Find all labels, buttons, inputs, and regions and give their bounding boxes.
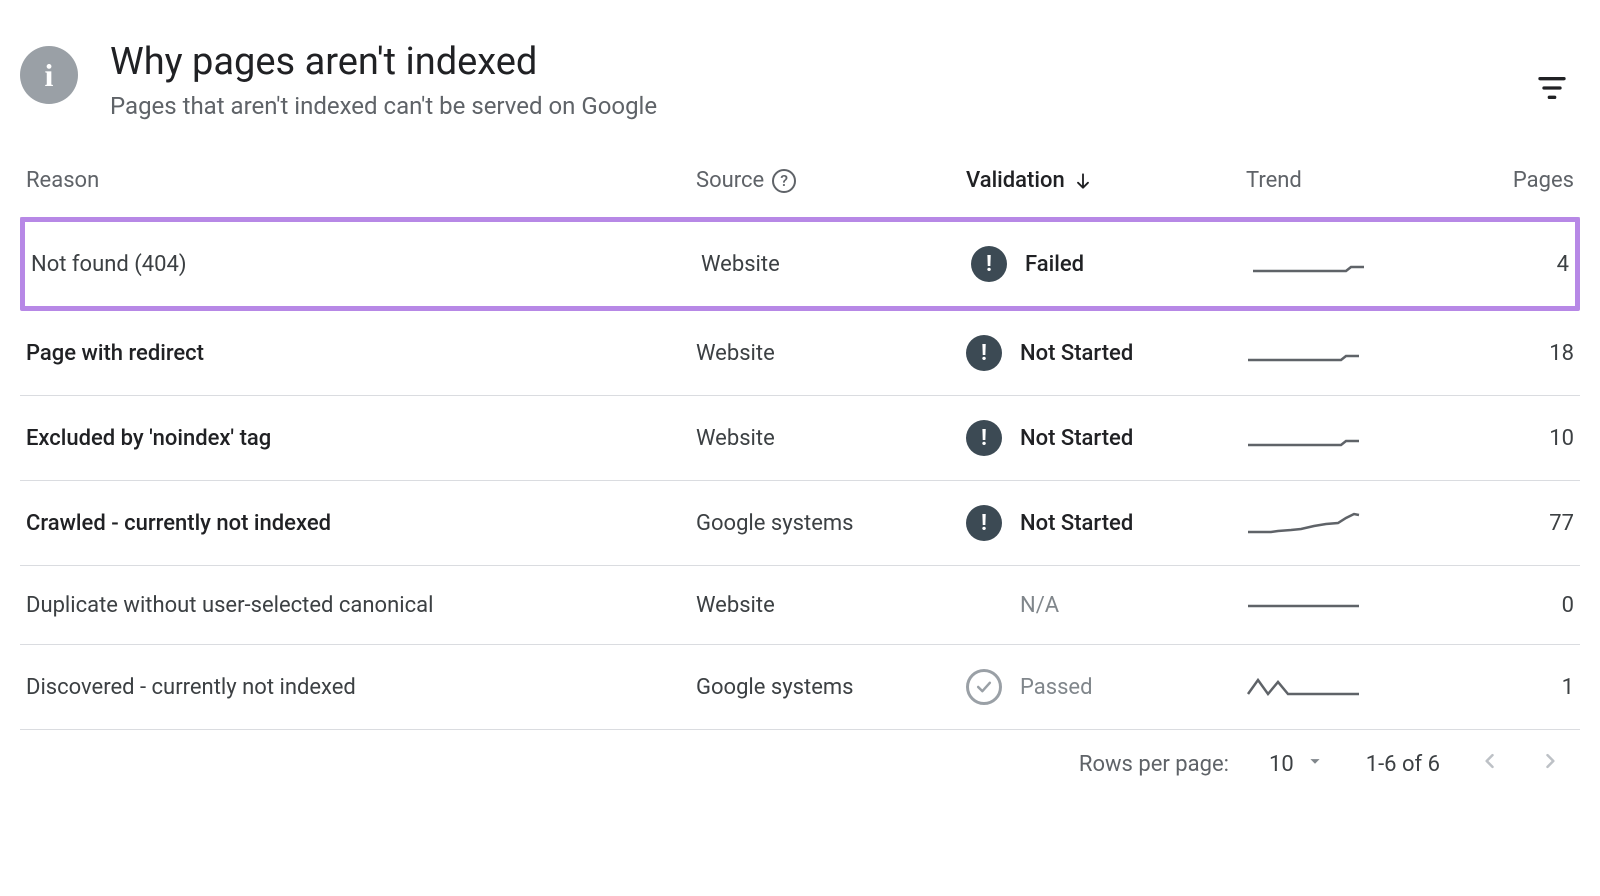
table-header-row: Reason Source ? Validation Trend Pages [20, 168, 1580, 218]
trend-sparkline [1246, 423, 1361, 453]
cell-reason: Page with redirect [26, 341, 696, 366]
help-icon[interactable]: ? [772, 169, 796, 193]
rows-per-page-select[interactable]: 10 [1269, 750, 1326, 778]
column-header-pages-label: Pages [1513, 168, 1574, 193]
filter-button[interactable] [1524, 60, 1580, 120]
table-row[interactable]: Discovered - currently not indexedGoogle… [20, 645, 1580, 730]
cell-source: Website [696, 593, 966, 618]
validation-status-text: Not Started [1020, 341, 1133, 366]
column-header-validation-label: Validation [966, 168, 1065, 193]
validation-status-text: Passed [1020, 675, 1093, 700]
cell-pages: 18 [1426, 341, 1574, 366]
cell-reason: Discovered - currently not indexed [26, 675, 696, 700]
cell-source: Google systems [696, 675, 966, 700]
prev-page-button[interactable] [1480, 751, 1500, 777]
exclamation-icon: ! [966, 335, 1002, 371]
page-title: Why pages aren't indexed [110, 40, 1492, 84]
table-row[interactable]: Crawled - currently not indexedGoogle sy… [20, 481, 1580, 566]
cell-validation: ! Failed [971, 246, 1251, 282]
cell-source: Website [701, 252, 971, 277]
page-container: i Why pages aren't indexed Pages that ar… [0, 0, 1600, 778]
rows-per-page-label: Rows per page: [1079, 752, 1229, 777]
sort-descending-icon [1073, 171, 1093, 191]
cell-source: Website [696, 341, 966, 366]
table-row[interactable]: Excluded by 'noindex' tagWebsite! Not Sta… [20, 396, 1580, 481]
cell-trend [1251, 249, 1431, 279]
cell-pages: 1 [1426, 675, 1574, 700]
column-header-source[interactable]: Source ? [696, 168, 966, 193]
validation-status-text: Failed [1025, 252, 1084, 277]
reasons-table: Reason Source ? Validation Trend Pages N… [20, 168, 1580, 730]
chevron-left-icon [1480, 751, 1500, 771]
trend-sparkline [1246, 590, 1361, 620]
trend-sparkline [1246, 508, 1361, 538]
info-icon: i [20, 46, 78, 104]
cell-reason: Excluded by 'noindex' tag [26, 426, 696, 451]
cell-trend [1246, 423, 1426, 453]
cell-validation: ! Not Started [966, 505, 1246, 541]
cell-pages: 10 [1426, 426, 1574, 451]
cell-trend [1246, 672, 1426, 702]
pagination-controls [1480, 751, 1560, 777]
filter-icon [1536, 72, 1568, 104]
cell-pages: 0 [1426, 593, 1574, 618]
cell-source: Google systems [696, 511, 966, 536]
cell-validation: ! Not Started [966, 335, 1246, 371]
table-row[interactable]: Page with redirectWebsite! Not Started 18 [20, 311, 1580, 396]
trend-sparkline [1251, 249, 1366, 279]
column-header-source-label: Source [696, 168, 764, 193]
next-page-button[interactable] [1540, 751, 1560, 777]
validation-status-text: Not Started [1020, 426, 1133, 451]
rows-per-page-value: 10 [1269, 752, 1294, 777]
page-subtitle: Pages that aren't indexed can't be serve… [110, 92, 1492, 120]
table-footer: Rows per page: 10 1-6 of 6 [20, 730, 1580, 778]
page-header: i Why pages aren't indexed Pages that ar… [20, 40, 1580, 120]
trend-sparkline [1246, 338, 1361, 368]
cell-source: Website [696, 426, 966, 451]
header-text: Why pages aren't indexed Pages that aren… [110, 40, 1492, 120]
exclamation-icon: ! [966, 420, 1002, 456]
cell-trend [1246, 590, 1426, 620]
column-header-reason[interactable]: Reason [26, 168, 696, 193]
validation-status-text: Not Started [1020, 511, 1133, 536]
cell-trend [1246, 338, 1426, 368]
column-header-validation[interactable]: Validation [966, 168, 1246, 193]
table-row[interactable]: Duplicate without user-selected canonica… [20, 566, 1580, 645]
chevron-down-icon [1304, 750, 1326, 778]
column-header-trend[interactable]: Trend [1246, 168, 1426, 193]
cell-pages: 4 [1431, 252, 1569, 277]
cell-validation: Passed [966, 669, 1246, 705]
exclamation-icon: ! [971, 246, 1007, 282]
trend-sparkline [1246, 672, 1361, 702]
pagination-range: 1-6 of 6 [1366, 752, 1440, 777]
cell-validation: ! Not Started [966, 420, 1246, 456]
column-header-reason-label: Reason [26, 168, 99, 193]
check-icon [966, 669, 1002, 705]
cell-reason: Duplicate without user-selected canonica… [26, 593, 696, 618]
table-body: Not found (404)Website!Failed4Page with … [20, 217, 1580, 730]
cell-pages: 77 [1426, 511, 1574, 536]
column-header-trend-label: Trend [1246, 168, 1302, 193]
chevron-right-icon [1540, 751, 1560, 771]
exclamation-icon: ! [966, 505, 1002, 541]
column-header-pages[interactable]: Pages [1426, 168, 1574, 193]
cell-trend [1246, 508, 1426, 538]
table-row[interactable]: Not found (404)Website! Failed 4 [20, 217, 1580, 311]
cell-validation: N/A [966, 593, 1246, 618]
cell-reason: Crawled - currently not indexed [26, 511, 696, 536]
validation-status-text: N/A [1020, 593, 1059, 618]
cell-reason: Not found (404) [31, 252, 701, 277]
